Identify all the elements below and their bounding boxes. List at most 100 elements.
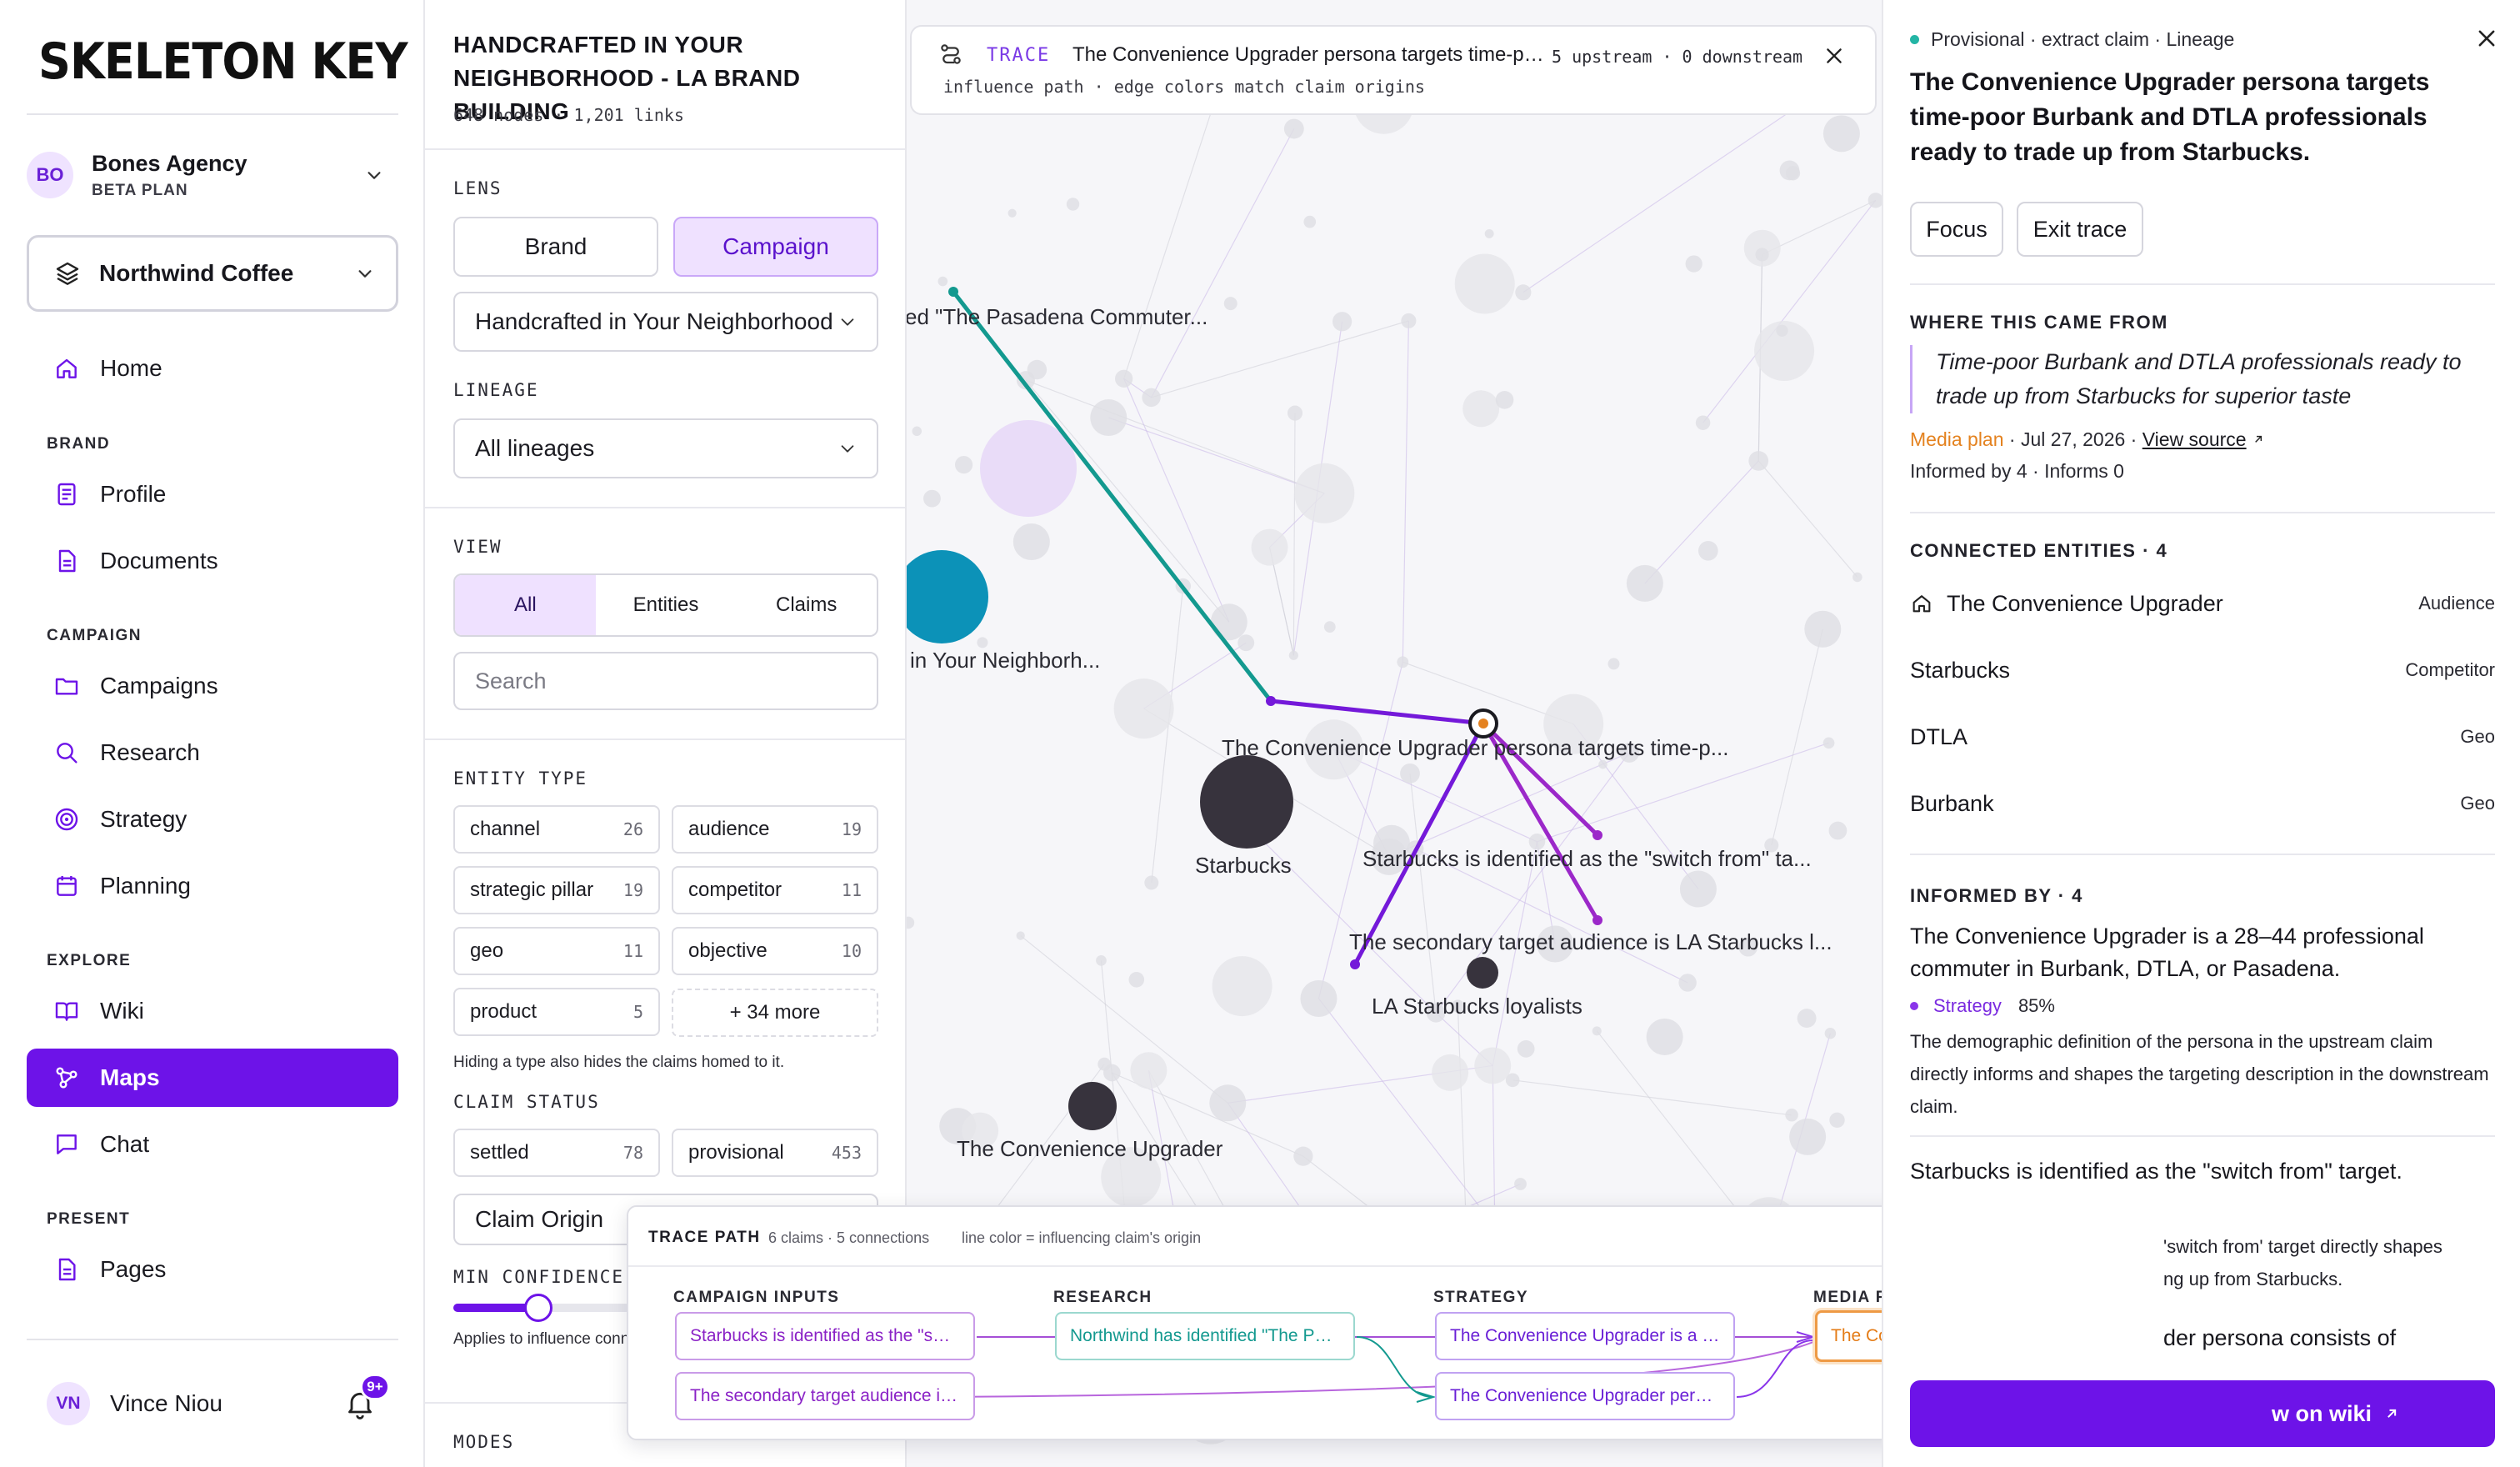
min-confidence-handle[interactable] — [524, 1294, 552, 1322]
nav-chat[interactable]: Chat — [27, 1115, 398, 1174]
lens-campaign-button[interactable]: Campaign — [673, 217, 878, 277]
nav-maps[interactable]: Maps — [27, 1049, 398, 1107]
informed-claim-2[interactable]: Starbucks is identified as the "switch f… — [1910, 1155, 2495, 1188]
trace-node-input-2[interactable]: The secondary target audience is LA Star… — [675, 1372, 975, 1420]
close-icon[interactable] — [2475, 27, 2498, 50]
background-node — [1090, 399, 1128, 437]
strategy-claim-node-2[interactable] — [1350, 959, 1360, 969]
view-tabs: All Entities Claims — [453, 573, 878, 637]
detail-divider — [1910, 1135, 2495, 1137]
input-claim-node-1[interactable] — [1592, 830, 1602, 840]
claim-status-chip[interactable]: settled 78 — [453, 1129, 660, 1177]
background-node — [1142, 388, 1161, 408]
background-edge — [1758, 460, 1858, 578]
background-edge — [1409, 773, 1437, 1014]
focus-button[interactable]: Focus — [1910, 202, 2003, 257]
chip-label: competitor — [688, 879, 782, 901]
campaign-select[interactable]: Handcrafted in Your Neighborhood - LA Br… — [453, 292, 878, 352]
entity-type-chip[interactable]: product 5 — [453, 988, 660, 1036]
entity-name: The Convenience Upgrader — [1947, 590, 2223, 616]
chip-count: 19 — [841, 819, 862, 839]
nav-campaigns[interactable]: Campaigns — [27, 657, 398, 715]
nav-home[interactable]: Home — [27, 339, 398, 398]
background-node — [1323, 621, 1336, 633]
trace-node-input-1[interactable]: Starbucks is identified as the "switch f… — [675, 1312, 975, 1360]
view-on-wiki-button[interactable]: w on wiki — [1910, 1380, 2495, 1447]
view-tab-entities[interactable]: Entities — [596, 575, 737, 635]
background-node — [1779, 160, 1800, 181]
map-search-input[interactable] — [453, 652, 878, 710]
claim-breadcrumb-text: Provisional · extract claim · Lineage — [1931, 28, 2235, 50]
trace-edge-strategy[interactable] — [1270, 698, 1484, 726]
input-claim-node-2[interactable] — [1592, 915, 1602, 925]
background-edge — [1108, 417, 1325, 494]
trace-path-legend: line color = influencing claim's origin — [962, 1229, 1202, 1246]
entity-type-chip[interactable]: competitor 11 — [672, 866, 878, 914]
chip-count: 26 — [622, 819, 643, 839]
view-tab-claims[interactable]: Claims — [736, 575, 877, 635]
chip-label: objective — [688, 939, 768, 962]
brand-switcher[interactable]: Northwind Coffee — [27, 235, 398, 312]
entity-type-chip[interactable]: channel 26 — [453, 805, 660, 854]
chip-count: 453 — [831, 1143, 862, 1163]
entity-type-chip[interactable]: geo 11 — [453, 927, 660, 975]
loyalists-node[interactable] — [1467, 957, 1498, 989]
entity-type-chip[interactable]: strategic pillar 19 — [453, 866, 660, 914]
campaign-node[interactable] — [907, 550, 988, 643]
skeleton-key-logo[interactable]: SKELETON KEY — [38, 32, 448, 92]
informed-claim-2-desc-line2: ng up from Starbucks. — [2163, 1269, 2343, 1289]
trace-node-research-1[interactable]: Northwind has identified "The Pasadena C… — [1055, 1312, 1355, 1360]
entity-type: Competitor — [2405, 659, 2495, 680]
detail-divider — [1910, 283, 2495, 285]
origin-heading: WHERE THIS CAME FROM — [1910, 312, 2168, 333]
user-menu[interactable]: VN Vince Niou 9+ — [27, 1374, 398, 1432]
nav-profile[interactable]: Profile — [27, 465, 398, 523]
nav-planning-label: Planning — [100, 873, 191, 899]
research-claim-node[interactable] — [948, 287, 958, 297]
target-icon — [55, 808, 78, 831]
org-avatar: BO — [27, 152, 73, 198]
entity-type-chip[interactable]: audience 19 — [672, 805, 878, 854]
column-strategy: STRATEGY — [1433, 1289, 1529, 1306]
background-node — [1789, 1118, 1827, 1155]
graph-network-icon — [56, 1067, 78, 1089]
nav-research[interactable]: Research — [27, 723, 398, 782]
nav-strategy[interactable]: Strategy — [27, 790, 398, 849]
nav-pages[interactable]: Pages — [27, 1240, 398, 1299]
view-tab-all[interactable]: All — [455, 575, 596, 635]
background-node — [1113, 678, 1174, 739]
entity-type-hint: Hiding a type also hides the claims home… — [453, 1054, 785, 1071]
brand-name: Northwind Coffee — [99, 260, 294, 286]
exit-trace-button[interactable]: Exit trace — [2017, 202, 2143, 257]
starbucks-node[interactable] — [1200, 755, 1293, 849]
informed-claim-3[interactable]: der persona consists of — [2163, 1322, 2497, 1354]
status-dot — [1910, 35, 1919, 44]
close-icon[interactable] — [1823, 45, 1845, 67]
label-persona: The Convenience Upgrader persona targets… — [1222, 735, 1728, 760]
nav-planning[interactable]: Planning — [27, 857, 398, 915]
upgrader-node[interactable] — [1068, 1082, 1117, 1130]
connected-entity-row[interactable]: Burbank Geo — [1910, 785, 2495, 822]
background-node — [1755, 248, 1769, 262]
lens-brand-button[interactable]: Brand — [453, 217, 658, 277]
nav-documents[interactable]: Documents — [27, 532, 398, 590]
more-entity-types-button[interactable]: + 34 more — [672, 989, 878, 1037]
route-icon — [941, 44, 961, 64]
claim-status-chip[interactable]: provisional 453 — [672, 1129, 878, 1177]
trace-node-strategy-2[interactable]: The Convenience Upgrader persona consist… — [1435, 1372, 1735, 1420]
trace-path-title: TRACE PATH — [648, 1229, 761, 1246]
trace-node-strategy-1[interactable]: The Convenience Upgrader is a 28–44 prof… — [1435, 1312, 1735, 1360]
connected-entity-row[interactable]: DTLA Geo — [1910, 718, 2495, 755]
org-plan: BETA PLAN — [92, 181, 188, 199]
strategy-claim-node[interactable] — [1266, 696, 1276, 706]
notifications-button[interactable]: 9+ — [343, 1374, 390, 1420]
entity-type-chip[interactable]: objective 10 — [672, 927, 878, 975]
lineage-select[interactable]: All lineages — [453, 418, 878, 478]
view-source-link[interactable]: View source — [2142, 428, 2247, 450]
connected-entity-row[interactable]: Starbucks Competitor — [1910, 652, 2495, 688]
map-stats: 648 nodes · 1,201 links — [453, 105, 684, 125]
nav-wiki[interactable]: Wiki — [27, 982, 398, 1040]
connected-entity-row[interactable]: The Convenience Upgrader Audience — [1910, 585, 2495, 622]
org-switcher[interactable]: BO Bones Agency BETA PLAN — [27, 143, 398, 207]
informed-claim-1[interactable]: The Convenience Upgrader is a 28–44 prof… — [1910, 920, 2495, 985]
